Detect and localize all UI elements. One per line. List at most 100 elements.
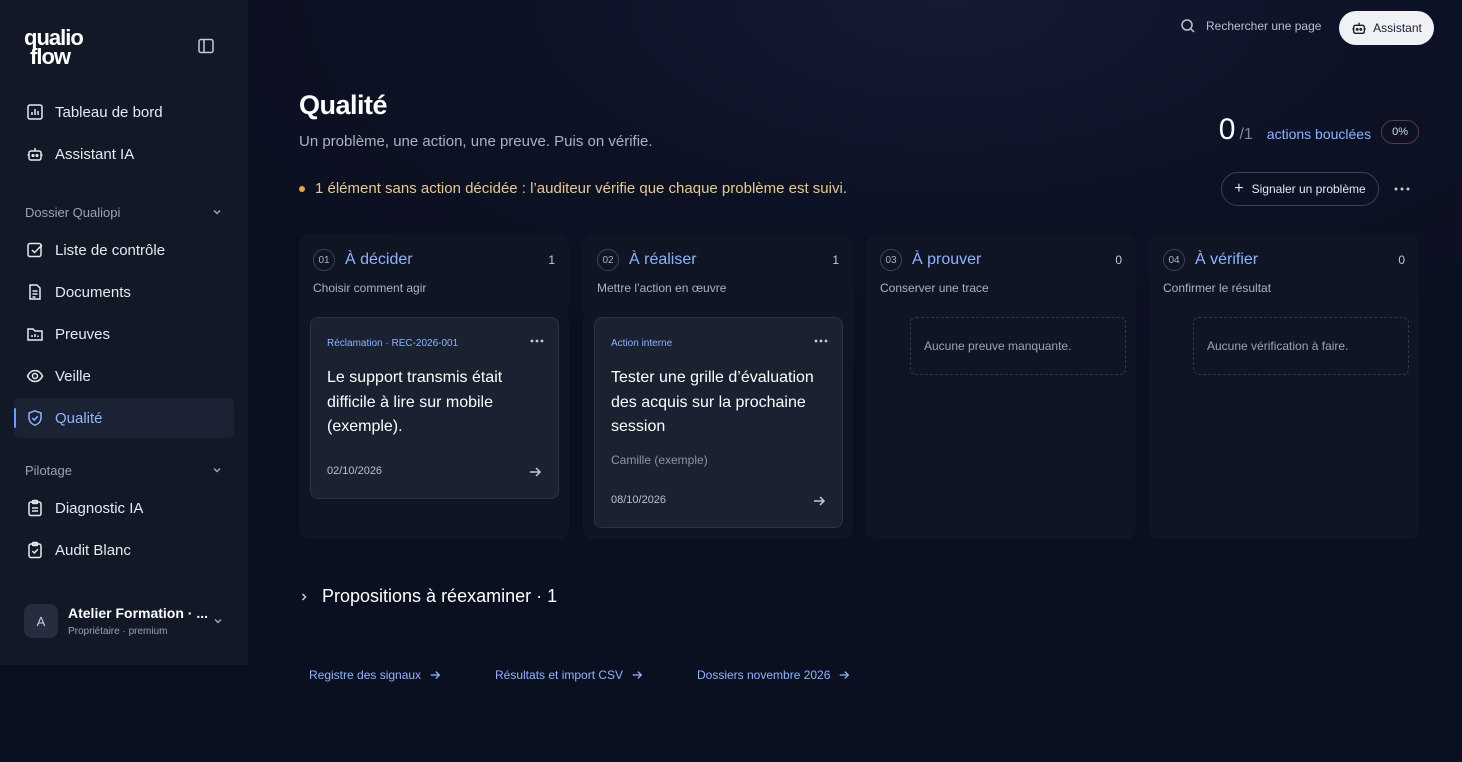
sidebar-item-label: Diagnostic IA [55,499,144,517]
search-button[interactable]: Rechercher une page [1180,18,1321,34]
section-pilotage[interactable]: Pilotage [25,460,223,480]
arrow-right-icon[interactable] [528,465,542,479]
plus-icon: + [1234,180,1244,197]
closed-percentage-badge: 0% [1381,120,1419,144]
sidebar-item-audit-blanc[interactable]: Audit Blanc [14,530,234,570]
kanban-card[interactable]: Réclamation · REC-2026-001 Le support tr… [310,317,559,499]
chevron-down-icon [213,209,221,215]
card-date: 02/10/2026 [327,465,383,477]
clipboard-check-icon [25,540,45,560]
closed-total: /1 [1239,126,1253,143]
empty-state: Aucune vérification à faire. [1193,317,1409,375]
column-subtitle: Conserver une trace [880,281,989,295]
clipboard-icon [25,498,45,518]
account-switcher[interactable]: A Atelier Formation · ... Propriétaire ·… [14,596,234,646]
column-number: 02 [597,249,619,271]
column-count: 1 [832,253,839,267]
section-dossier-qualiopi[interactable]: Dossier Qualiopi [25,202,223,222]
more-options-icon[interactable] [1390,180,1414,198]
column-a-prouver: 03 À prouver 0 Conserver une trace Aucun… [866,234,1136,539]
report-problem-button[interactable]: + Signaler un problème [1221,172,1379,206]
column-title: À prouver [912,251,982,268]
column-subtitle: Choisir comment agir [313,281,427,295]
sidebar-item-label: Preuves [55,325,111,343]
eye-icon [25,366,45,386]
arrow-right-icon[interactable] [812,494,826,508]
empty-state: Aucune preuve manquante. [910,317,1126,375]
sidebar-item-liste-de-controle[interactable]: Liste de contrôle [14,230,234,270]
sidebar-item-label: Audit Blanc [55,541,131,559]
robot-icon [1352,22,1366,35]
sidebar-item-label: Veille [55,367,91,385]
link-label: Résultats et import CSV [495,668,624,682]
report-problem-label: Signaler un problème [1251,182,1366,196]
assistant-button[interactable]: Assistant [1339,11,1434,45]
column-number: 01 [313,249,335,271]
sidebar-item-label: Tableau de bord [55,103,163,121]
sidebar-item-documents[interactable]: Documents [14,272,234,312]
kanban-card[interactable]: Action interne Tester une grille d’évalu… [594,317,843,528]
link-dossiers-novembre-2026[interactable]: Dossiers novembre 2026 [697,668,850,682]
link-resultats-import-csv[interactable]: Résultats et import CSV [495,668,643,682]
link-registre-des-signaux[interactable]: Registre des signaux [309,668,441,682]
column-header: 02 À réaliser 1 [597,248,839,272]
closed-label: actions bouclées [1266,126,1372,142]
column-header: 01 À décider 1 [313,248,555,272]
sidebar-item-label: Liste de contrôle [55,241,166,259]
closed-count: 0 [1218,113,1236,146]
chevron-down-icon [213,467,221,473]
search-icon [1181,19,1195,33]
card-tag: Réclamation · REC-2026-001 [327,338,459,349]
column-count: 0 [1115,253,1122,267]
robot-icon [25,144,45,164]
card-title: Le support transmis était difficile à li… [327,369,503,435]
sidebar-item-assistant-ia[interactable]: Assistant IA [14,134,234,174]
sidebar-item-diagnostic-ia[interactable]: Diagnostic IA [14,488,234,528]
search-label: Rechercher une page [1206,19,1322,33]
shield-check-icon [25,408,45,428]
sidebar-item-label: Assistant IA [55,145,135,163]
assistant-label: Assistant [1373,21,1422,35]
page-subtitle: Un problème, une action, une preuve. Pui… [299,133,653,150]
sidebar-toggle-icon[interactable] [196,36,216,56]
card-more-icon[interactable] [812,334,830,348]
page-title: Qualité [299,90,388,120]
document-icon [25,282,45,302]
brand-logo[interactable]: qualio flow [24,27,114,69]
column-number: 04 [1163,249,1185,271]
account-name: Atelier Formation · ... [68,605,209,621]
link-label: Dossiers novembre 2026 [697,668,831,682]
sidebar-item-veille[interactable]: Veille [14,356,234,396]
column-title: À réaliser [629,251,697,268]
sidebar-item-preuves[interactable]: Preuves [14,314,234,354]
warning-text: 1 élément sans action décidée : l’audite… [315,180,847,197]
proposals-label: Propositions à réexaminer · 1 [322,586,558,606]
link-label: Registre des signaux [309,668,422,682]
arrow-right-icon [840,671,850,679]
chevron-right-icon [301,592,307,601]
column-subtitle: Mettre l’action en œuvre [597,281,727,295]
sidebar-item-tableau-de-bord[interactable]: Tableau de bord [14,92,234,132]
column-title: À vérifier [1195,251,1259,268]
column-title: À décider [345,251,413,268]
closed-actions-counter: 0 /1 actions bouclées 0% [1219,113,1419,148]
column-header: 04 À vérifier 0 [1163,248,1405,272]
sidebar: qualio flow Tableau de bord Assistant IA… [0,0,248,665]
section-label: Pilotage [25,462,72,478]
card-more-icon[interactable] [528,334,546,348]
warning-message: 1 élément sans action décidée : l’audite… [299,180,847,197]
arrow-right-icon [430,671,441,679]
sidebar-item-label: Qualité [55,409,103,427]
card-title: Tester une grille d’évaluation des acqui… [611,369,814,435]
column-header: 03 À prouver 0 [880,248,1122,272]
sidebar-item-qualite[interactable]: Qualité [14,398,234,438]
column-a-verifier: 04 À vérifier 0 Confirmer le résultat Au… [1149,234,1419,539]
proposals-toggle[interactable]: Propositions à réexaminer · 1 [298,586,557,607]
card-date: 08/10/2026 [611,494,667,506]
chevron-down-icon [214,618,222,624]
logo-line-2: flow [30,44,71,69]
chart-icon [25,102,45,122]
account-role: Propriétaire · premium [68,626,168,637]
column-subtitle: Confirmer le résultat [1163,281,1272,295]
warning-dot-icon [299,185,305,192]
